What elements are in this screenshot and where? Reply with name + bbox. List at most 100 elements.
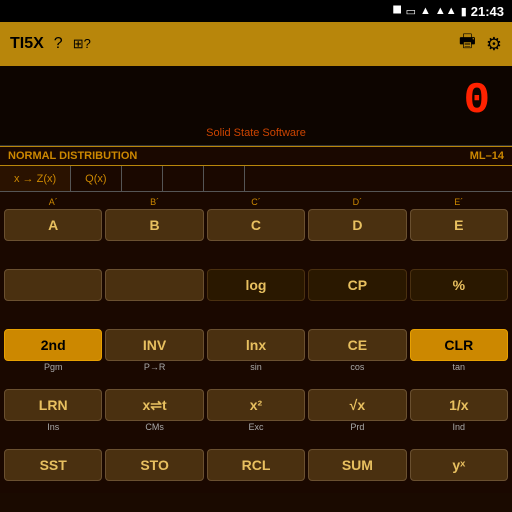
status-time: 21:43 — [471, 4, 504, 19]
key-btn-text-16: x⇌t — [143, 397, 167, 414]
key-btn-15[interactable]: LRN — [4, 389, 102, 421]
key-grid: A´AB´BC´CD´DE´ElogCP%2ndPgmINVP→RlnxsinC… — [0, 192, 512, 493]
key-cell-10[interactable]: 2nd Pgm — [4, 316, 102, 373]
key-top-label-2: C´ — [251, 196, 261, 208]
key-cell-11[interactable]: INV P→R — [105, 316, 203, 373]
gear-icon[interactable]: ⚙ — [486, 34, 502, 55]
key-btn-text-8: CP — [348, 277, 367, 293]
key-btn-19[interactable]: 1/x — [410, 389, 508, 421]
key-cell-8[interactable]: CP — [308, 256, 406, 313]
key-btn-text-12: lnx — [246, 337, 266, 353]
key-btn-1[interactable]: B — [105, 209, 203, 241]
key-cell-6[interactable] — [105, 256, 203, 313]
key-btn-2[interactable]: C — [207, 209, 305, 241]
key-cell-4[interactable]: E´E — [410, 196, 508, 253]
key-cell-24[interactable]: yˣ — [410, 436, 508, 493]
key-cell-12[interactable]: lnx sin — [207, 316, 305, 373]
tab-row[interactable]: x → Z(x) Q(x) — [0, 166, 512, 192]
key-top-label-3: D´ — [353, 196, 363, 208]
key-btn-text-18: √x — [350, 397, 365, 413]
modules-icon[interactable]: ⊞? — [73, 36, 91, 52]
key-btn-text-23: SUM — [342, 457, 373, 473]
tab-x-to-z[interactable]: x → Z(x) — [0, 166, 71, 191]
key-cell-16[interactable]: x⇌tCMs — [105, 376, 203, 433]
key-btn-text-9: % — [453, 277, 465, 293]
key-btn-text-22: RCL — [242, 457, 271, 473]
key-bottom-label-18: Prd — [350, 422, 364, 433]
key-cell-20[interactable]: SST — [4, 436, 102, 493]
key-btn-14[interactable]: CLR — [410, 329, 508, 361]
wifi-icon: ▲ — [420, 5, 431, 17]
key-btn-text-3: D — [352, 217, 362, 233]
key-top-label-4: E´ — [454, 196, 463, 208]
tab-5[interactable] — [204, 166, 245, 191]
key-cell-3[interactable]: D´ D — [308, 196, 406, 253]
key-btn-16[interactable]: x⇌t — [105, 389, 203, 421]
key-btn-12[interactable]: lnx — [207, 329, 305, 361]
key-cell-19[interactable]: 1/xInd — [410, 376, 508, 433]
key-btn-11[interactable]: INV — [105, 329, 203, 361]
key-btn-6[interactable] — [105, 269, 203, 301]
key-cell-22[interactable]: RCL — [207, 436, 305, 493]
key-btn-7[interactable]: log — [207, 269, 305, 301]
key-btn-0[interactable]: A — [4, 209, 102, 241]
key-btn-text-13: CE — [348, 337, 367, 353]
tab-qx[interactable]: Q(x) — [71, 166, 121, 191]
battery-icon: ▮ — [461, 5, 467, 18]
key-cell-18[interactable]: √x Prd — [308, 376, 406, 433]
key-cell-0[interactable]: A´ A — [4, 196, 102, 253]
key-btn-4[interactable]: E — [410, 209, 508, 241]
mode-ml: ML–14 — [470, 150, 504, 162]
help-icon[interactable]: ? — [54, 35, 63, 53]
key-btn-10[interactable]: 2nd — [4, 329, 102, 361]
key-btn-24[interactable]: yˣ — [410, 449, 508, 481]
battery-outline-icon: ▭ — [406, 5, 416, 18]
key-btn-text-11: INV — [143, 337, 166, 353]
key-bottom-label-14: tan — [453, 362, 466, 373]
bluetooth-icon: ⯀ — [393, 5, 402, 18]
key-bottom-label-12: sin — [250, 362, 262, 373]
tab-3[interactable] — [122, 166, 163, 191]
tab-4[interactable] — [163, 166, 204, 191]
key-cell-14[interactable]: CLRtan — [410, 316, 508, 373]
key-top-label-0: A´ — [49, 196, 58, 208]
display-brand: Solid State Software — [206, 127, 306, 139]
key-bottom-label-17: Exc — [248, 422, 263, 433]
key-btn-5[interactable] — [4, 269, 102, 301]
key-cell-17[interactable]: x²Exc — [207, 376, 305, 433]
key-bottom-label-10: Pgm — [44, 362, 63, 373]
key-btn-text-0: A — [48, 217, 58, 233]
key-cell-2[interactable]: C´C — [207, 196, 305, 253]
key-btn-text-24: yˣ — [452, 457, 465, 473]
status-bar: ⯀ ▭ ▲ ▲▲ ▮ 21:43 — [0, 0, 512, 22]
key-cell-5[interactable] — [4, 256, 102, 313]
print-icon[interactable]: 🖶 — [459, 29, 476, 59]
key-btn-text-19: 1/x — [449, 397, 468, 413]
key-bottom-label-15: Ins — [47, 422, 59, 433]
key-btn-22[interactable]: RCL — [207, 449, 305, 481]
key-cell-1[interactable]: B´B — [105, 196, 203, 253]
key-btn-8[interactable]: CP — [308, 269, 406, 301]
key-bottom-label-11: P→R — [144, 362, 166, 373]
key-btn-21[interactable]: STO — [105, 449, 203, 481]
status-icons: ⯀ ▭ ▲ ▲▲ ▮ 21:43 — [393, 4, 504, 19]
display-number: 0 — [464, 76, 492, 126]
key-btn-text-20: SST — [40, 457, 67, 473]
key-cell-7[interactable]: log — [207, 256, 305, 313]
key-cell-15[interactable]: LRNIns — [4, 376, 102, 433]
key-btn-13[interactable]: CE — [308, 329, 406, 361]
key-cell-23[interactable]: SUM — [308, 436, 406, 493]
key-cell-21[interactable]: STO — [105, 436, 203, 493]
key-btn-text-21: STO — [140, 457, 169, 473]
key-btn-20[interactable]: SST — [4, 449, 102, 481]
key-cell-13[interactable]: CEcos — [308, 316, 406, 373]
key-btn-9[interactable]: % — [410, 269, 508, 301]
key-btn-17[interactable]: x² — [207, 389, 305, 421]
key-btn-3[interactable]: D — [308, 209, 406, 241]
key-btn-text-10: 2nd — [41, 337, 66, 353]
key-cell-9[interactable]: % — [410, 256, 508, 313]
key-btn-23[interactable]: SUM — [308, 449, 406, 481]
key-btn-text-7: log — [245, 277, 266, 293]
key-btn-18[interactable]: √x — [308, 389, 406, 421]
display-area: 0 Solid State Software — [0, 66, 512, 146]
